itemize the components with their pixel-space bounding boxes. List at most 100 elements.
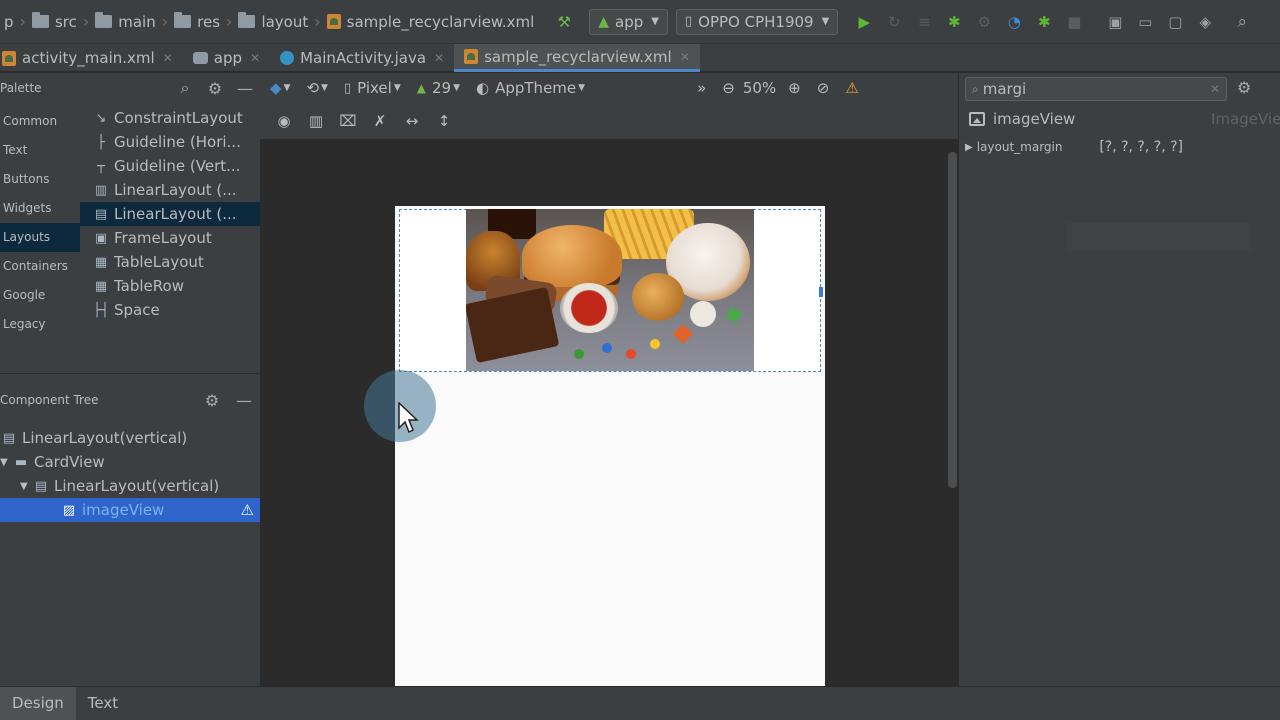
warning-icon[interactable]: ⚠ bbox=[845, 79, 858, 97]
autoconnect-off-icon[interactable]: ⌧ bbox=[337, 110, 359, 132]
zoom-in-icon[interactable]: ⊕ bbox=[788, 79, 801, 97]
palette-category-buttons[interactable]: Buttons bbox=[0, 165, 80, 194]
breadcrumb-item-src[interactable]: src bbox=[55, 13, 77, 31]
stop-icon[interactable]: ■ bbox=[1062, 10, 1086, 34]
palette-category-google[interactable]: Google bbox=[0, 281, 80, 310]
attributes-search-input[interactable] bbox=[982, 80, 1210, 98]
close-icon[interactable]: ✕ bbox=[250, 51, 260, 65]
apply-code-changes-icon[interactable]: ≡ bbox=[912, 10, 936, 34]
device-preview-label: Pixel bbox=[357, 79, 392, 97]
gear-icon[interactable]: ⚙ bbox=[200, 79, 230, 98]
avd-manager-icon[interactable]: ▭ bbox=[1133, 10, 1157, 34]
food-image-preview[interactable] bbox=[466, 209, 754, 371]
blueprint-icon[interactable]: ▥ bbox=[305, 110, 327, 132]
run-icon[interactable]: ▶ bbox=[852, 10, 876, 34]
attribute-name: layout_margin bbox=[976, 140, 1063, 154]
profile-icon[interactable]: ◔ bbox=[1002, 10, 1026, 34]
attribute-value[interactable]: [?, ?, ?, ?, ?] bbox=[1099, 139, 1183, 155]
hammer-icon[interactable]: ⚒ bbox=[552, 10, 576, 34]
breadcrumb-item-main[interactable]: main bbox=[118, 13, 155, 31]
palette-category-widgets[interactable]: Widgets bbox=[0, 194, 80, 223]
warning-icon[interactable]: ⚠ bbox=[241, 501, 254, 519]
zoom-out-icon[interactable]: ⊖ bbox=[722, 79, 735, 97]
orientation-select[interactable]: ⟲ ▼ bbox=[306, 79, 328, 97]
clear-icon[interactable]: ✕ bbox=[1210, 82, 1220, 96]
linear-layout-horizontal-icon: ▥ bbox=[94, 182, 108, 198]
tree-row[interactable]: ▼ ▤ LinearLayout (vertical) bbox=[0, 474, 260, 498]
tree-row[interactable]: ▼ ▬ CardView bbox=[0, 450, 260, 474]
palette-category-layouts[interactable]: Layouts bbox=[0, 223, 80, 252]
close-icon[interactable]: ✕ bbox=[163, 51, 173, 65]
palette-item-label: ConstraintLayout bbox=[114, 109, 243, 127]
linear-layout-vertical-icon: ▤ bbox=[94, 206, 108, 222]
tree-row-selected[interactable]: ▨ imageView ⚠ bbox=[0, 498, 260, 522]
theme-select[interactable]: ◐ AppTheme ▼ bbox=[476, 79, 585, 97]
android-icon: ▲ bbox=[416, 81, 426, 95]
component-tree-header: Component Tree ⚙ — bbox=[0, 374, 260, 426]
palette-item[interactable]: ↘ ConstraintLayout bbox=[80, 106, 260, 130]
search-icon[interactable]: ⌕ bbox=[170, 78, 200, 98]
run-configuration-select[interactable]: ▲ app ▼ bbox=[589, 8, 668, 35]
palette-item[interactable]: ▣ FrameLayout bbox=[80, 226, 260, 250]
project-structure-icon[interactable]: ▣ bbox=[1103, 10, 1127, 34]
chevron-down-icon: ▼ bbox=[453, 83, 460, 93]
palette-item[interactable]: ┬ Guideline (Vert... bbox=[80, 154, 260, 178]
chevron-right-icon[interactable]: ▶ bbox=[965, 142, 973, 153]
tab-activity-main[interactable]: activity_main.xml ✕ bbox=[0, 44, 183, 72]
tab-app[interactable]: app ✕ bbox=[183, 44, 270, 72]
minimize-icon[interactable]: — bbox=[230, 79, 260, 98]
close-icon[interactable]: ✕ bbox=[680, 50, 690, 64]
gear-icon[interactable]: ⚙ bbox=[196, 391, 228, 410]
palette-category-legacy[interactable]: Legacy bbox=[0, 310, 80, 339]
palette-item[interactable]: ▤ LinearLayout (... bbox=[80, 202, 260, 226]
tab-sample-recyclarview[interactable]: sample_recyclarview.xml ✕ bbox=[454, 44, 700, 72]
design-surface-select[interactable]: ◆ ▼ bbox=[270, 79, 290, 97]
expand-vertical-icon[interactable]: ↕ bbox=[433, 110, 455, 132]
coverage-icon[interactable]: ✱ bbox=[1032, 10, 1056, 34]
minimize-icon[interactable]: — bbox=[228, 391, 260, 410]
gear-icon[interactable]: ⚙ bbox=[1237, 78, 1251, 97]
zoom-fit-icon[interactable]: ⊘ bbox=[817, 79, 830, 97]
close-icon[interactable]: ✕ bbox=[434, 51, 444, 65]
tab-design[interactable]: Design bbox=[0, 686, 76, 720]
palette-item[interactable]: ▦ TableRow bbox=[80, 274, 260, 298]
tree-row[interactable]: ▤ LinearLayout (vertical) bbox=[0, 426, 260, 450]
attribute-row-layout-margin[interactable]: ▶ layout_margin [?, ?, ?, ?, ?] bbox=[965, 139, 1275, 155]
sdk-manager-icon[interactable]: ▢ bbox=[1163, 10, 1187, 34]
device-preview-select[interactable]: ▯ Pixel ▼ bbox=[344, 79, 401, 97]
search-everywhere-icon[interactable]: ⌕ bbox=[1230, 10, 1254, 34]
clear-constraints-icon[interactable]: ✗ bbox=[369, 110, 391, 132]
breadcrumb-item-res[interactable]: res bbox=[197, 13, 220, 31]
attach-debugger-icon[interactable]: ⚙ bbox=[972, 10, 996, 34]
debug-icon[interactable]: ✱ bbox=[942, 10, 966, 34]
device-select[interactable]: ▯ OPPO CPH1909 ▼ bbox=[675, 8, 839, 35]
tab-main-activity[interactable]: MainActivity.java ✕ bbox=[270, 44, 454, 72]
overflow-icon[interactable]: » bbox=[697, 79, 706, 97]
folder-icon bbox=[238, 12, 256, 28]
canvas-scrollbar[interactable] bbox=[948, 152, 957, 488]
palette-category-text[interactable]: Text bbox=[0, 136, 80, 165]
chevron-down-icon[interactable]: ▼ bbox=[20, 481, 32, 492]
linear-layout-vertical-icon: ▤ bbox=[2, 430, 16, 446]
gradle-sync-icon[interactable]: ◈ bbox=[1193, 10, 1217, 34]
tab-text[interactable]: Text bbox=[76, 687, 130, 720]
chevron-down-icon[interactable]: ▼ bbox=[0, 457, 12, 468]
breadcrumb-separator: › bbox=[226, 12, 233, 31]
palette-item[interactable]: ▥ LinearLayout (... bbox=[80, 178, 260, 202]
apply-changes-icon[interactable]: ↻ bbox=[882, 10, 906, 34]
theme-icon: ◐ bbox=[476, 79, 490, 97]
breadcrumb-item-layout[interactable]: layout bbox=[261, 13, 308, 31]
breadcrumb-item-project[interactable]: p bbox=[4, 13, 14, 31]
palette-item[interactable]: ├ Guideline (Hori... bbox=[80, 130, 260, 154]
attributes-search[interactable]: ⌕ ✕ bbox=[965, 77, 1227, 101]
palette-item[interactable]: ▦ TableLayout bbox=[80, 250, 260, 274]
breadcrumb-item-file[interactable]: sample_recyclarview.xml bbox=[347, 13, 535, 31]
palette-category-common[interactable]: Common bbox=[0, 107, 80, 136]
api-level-select[interactable]: ▲ 29 ▼ bbox=[417, 79, 460, 97]
folder-icon bbox=[31, 12, 49, 28]
palette-item[interactable]: ├┤ Space bbox=[80, 298, 260, 322]
palette-category-containers[interactable]: Containers bbox=[0, 252, 80, 281]
eye-icon[interactable]: ◉ bbox=[273, 110, 295, 132]
expand-horizontal-icon[interactable]: ↔ bbox=[401, 110, 423, 132]
linear-layout-vertical-icon: ▤ bbox=[34, 478, 48, 494]
